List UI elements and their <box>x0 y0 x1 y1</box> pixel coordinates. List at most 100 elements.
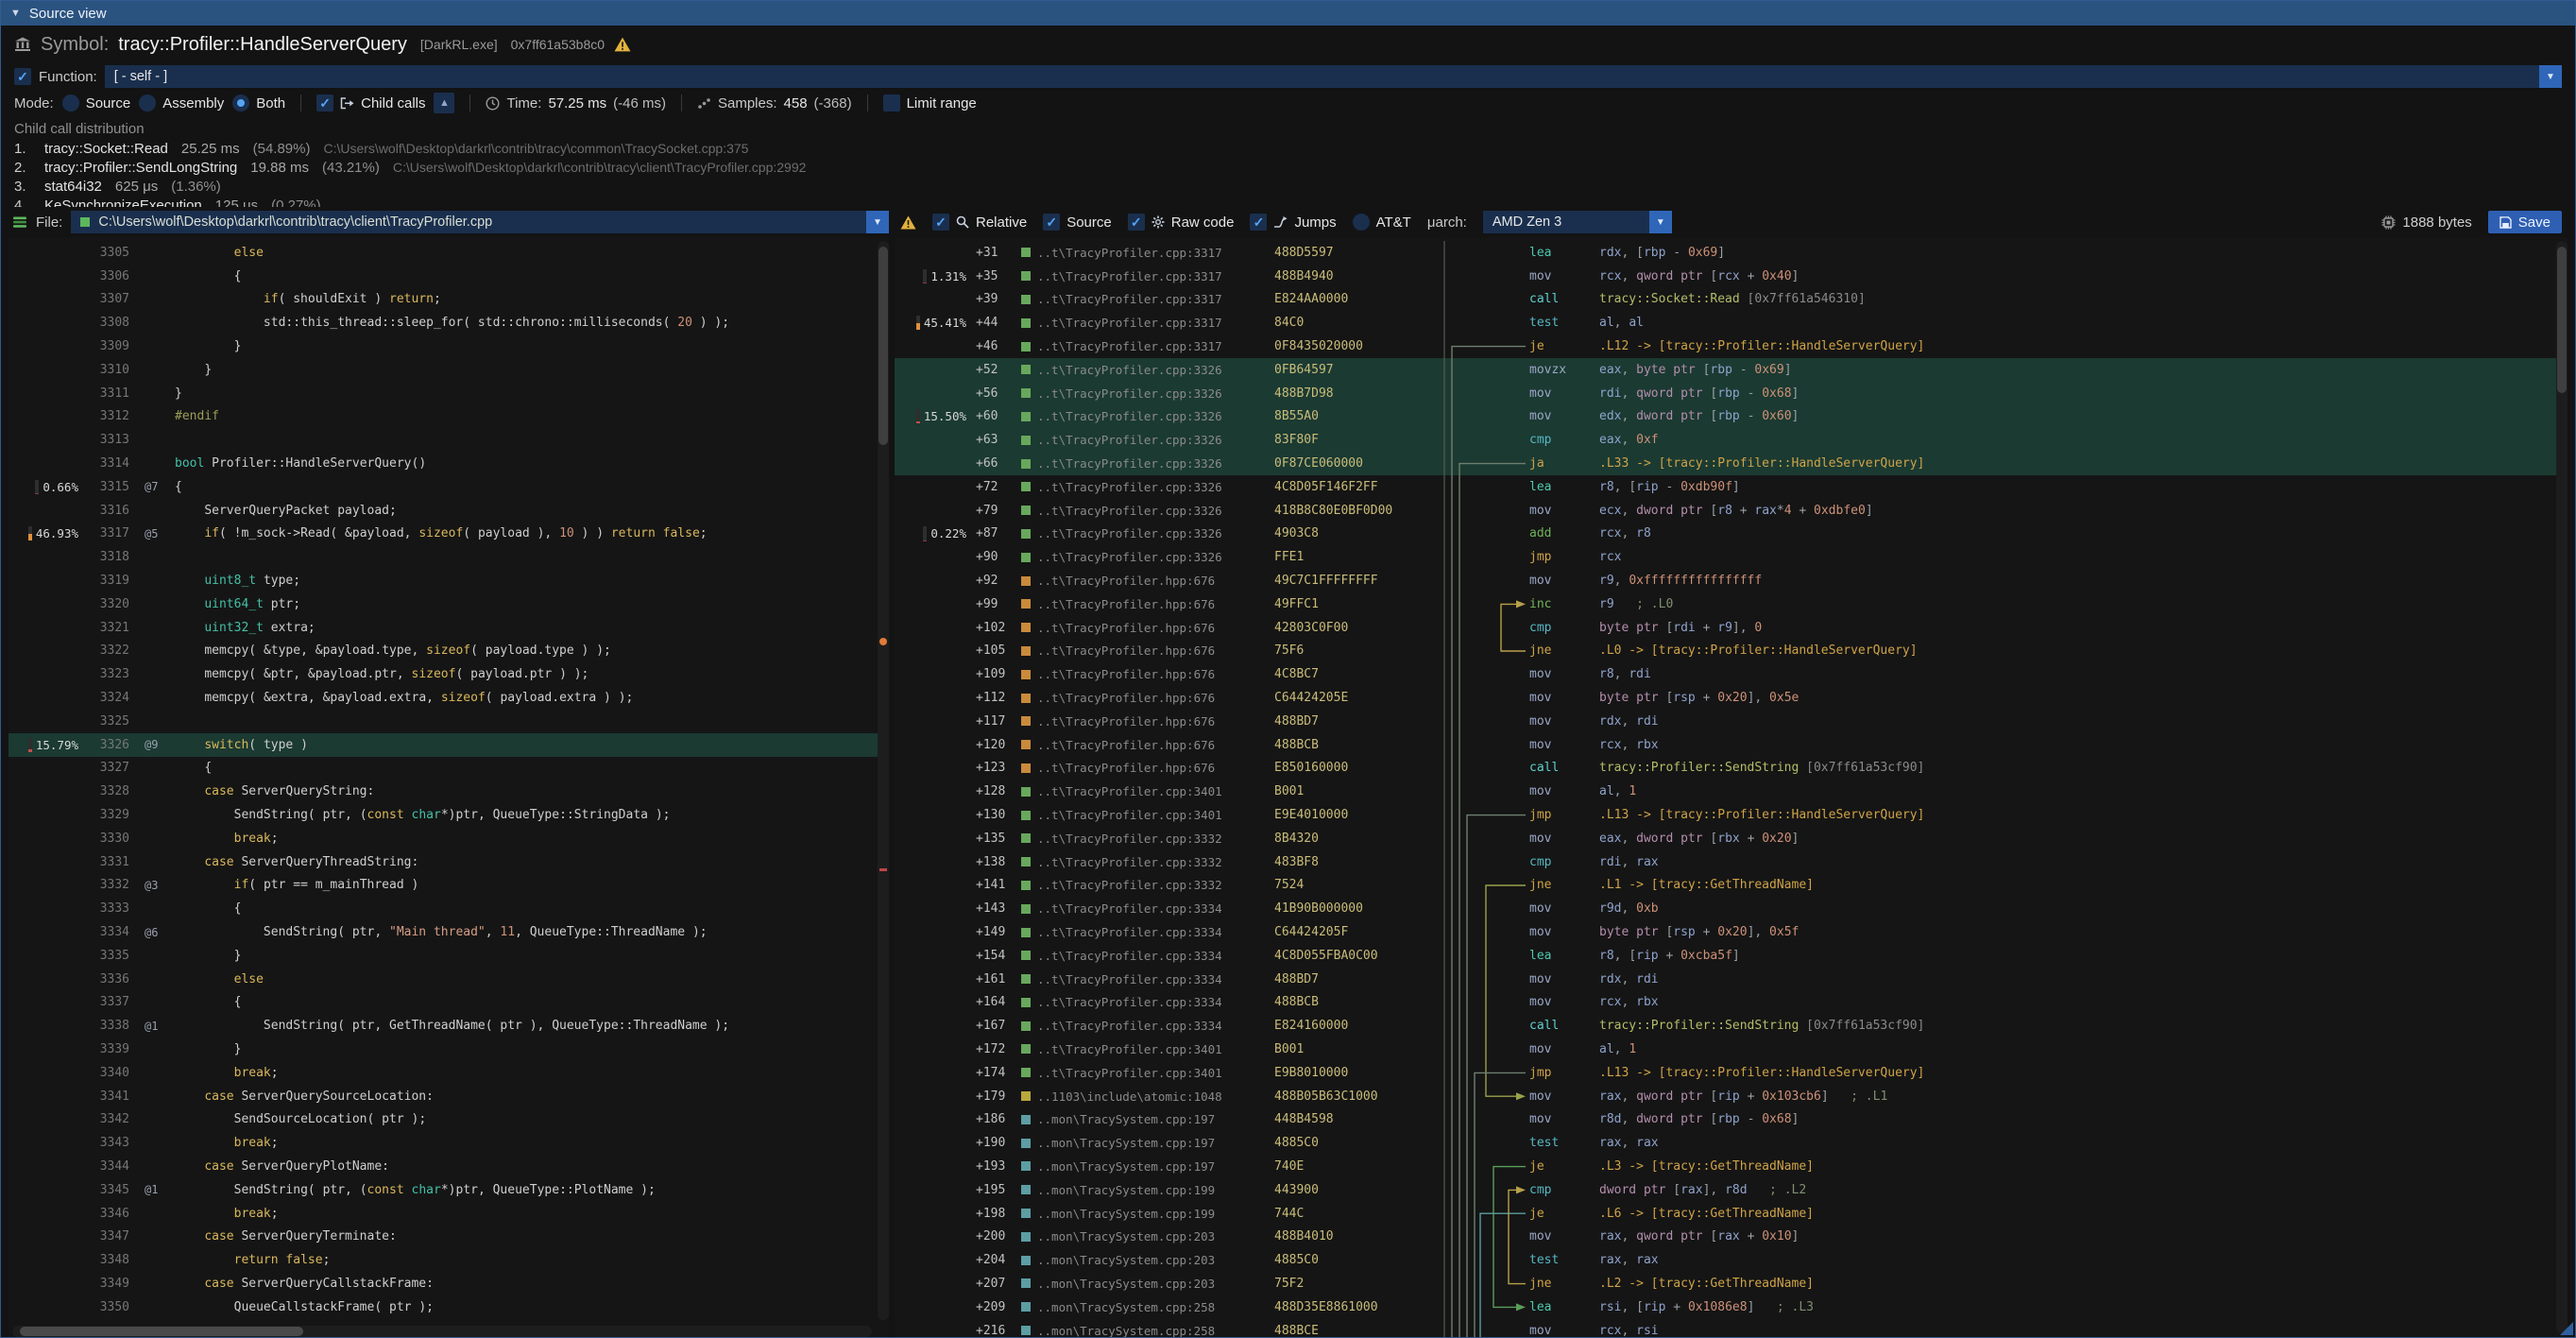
source-line[interactable]: 3311} <box>9 382 889 405</box>
child-calls-toggle[interactable]: Child calls <box>316 94 425 112</box>
source-toggle[interactable]: Source <box>1043 214 1112 231</box>
child-call-item[interactable]: 3. stat64i32 625 μs (1.36%) <box>14 177 2562 196</box>
source-checkbox[interactable] <box>1043 214 1060 231</box>
save-button[interactable]: Save <box>2488 211 2562 233</box>
asm-row[interactable]: 45.41%+44..t\TracyProfiler.cpp:331784C0t… <box>895 311 2567 334</box>
source-line[interactable]: 3338@1 SendString( ptr, GetThreadName( p… <box>9 1014 889 1038</box>
asm-row[interactable]: +198..mon\TracySystem.cpp:199744Cje.L6 -… <box>895 1202 2567 1226</box>
uarch-combo[interactable]: AMD Zen 3 ▼ <box>1483 211 1672 233</box>
raw-code-toggle[interactable]: Raw code <box>1128 214 1235 231</box>
asm-row[interactable]: +56..t\TracyProfiler.cpp:3326488B7D98mov… <box>895 382 2567 405</box>
asm-row[interactable]: +207..mon\TracySystem.cpp:20375F2jne.L2 … <box>895 1272 2567 1295</box>
source-line[interactable]: 3350 QueueCallstackFrame( ptr ); <box>9 1295 889 1319</box>
asm-row[interactable]: +135..t\TracyProfiler.cpp:33328B4320move… <box>895 827 2567 850</box>
source-line[interactable]: 3330 break; <box>9 827 889 850</box>
source-line[interactable]: 3316 ServerQueryPacket payload; <box>9 499 889 523</box>
asm-row[interactable]: +154..t\TracyProfiler.cpp:33344C8D055FBA… <box>895 944 2567 968</box>
source-line[interactable]: 3313 <box>9 428 889 452</box>
child-call-item[interactable]: 1. tracy::Socket::Read 25.25 ms (54.89%)… <box>14 139 2562 158</box>
asm-row[interactable]: +172..t\TracyProfiler.cpp:3401B001moval,… <box>895 1038 2567 1061</box>
source-line[interactable]: 3321 uint32_t extra; <box>9 616 889 640</box>
limit-range-toggle[interactable]: Limit range <box>883 94 977 112</box>
asm-row[interactable]: +204..mon\TracySystem.cpp:2034885C0testr… <box>895 1248 2567 1272</box>
source-line[interactable]: 3343 break; <box>9 1131 889 1155</box>
asm-row[interactable]: +167..t\TracyProfiler.cpp:3334E824160000… <box>895 1014 2567 1038</box>
source-line[interactable]: 3337 { <box>9 991 889 1015</box>
source-line[interactable]: 3322 memcpy( &type, &payload.type, sizeo… <box>9 640 889 663</box>
asm-row[interactable]: +79..t\TracyProfiler.cpp:3326418B8C80E0B… <box>895 499 2567 523</box>
asm-row[interactable]: +46..t\TracyProfiler.cpp:33170F843502000… <box>895 334 2567 358</box>
function-combo[interactable]: [ - self - ] ▼ <box>105 65 2562 88</box>
radio-both[interactable]: Both <box>232 94 285 112</box>
source-line[interactable]: 3339 } <box>9 1038 889 1061</box>
scrollbar-thumb[interactable] <box>20 1327 303 1336</box>
source-line[interactable]: 3319 uint8_t type; <box>9 569 889 592</box>
asm-row[interactable]: +209..mon\TracySystem.cpp:258488D35E8861… <box>895 1295 2567 1319</box>
source-line[interactable]: 3323 memcpy( &ptr, &payload.ptr, sizeof(… <box>9 662 889 686</box>
asm-row[interactable]: +179..1103\include\atomic:1048488B05B63C… <box>895 1085 2567 1108</box>
assembly-vertical-scrollbar[interactable] <box>2556 241 2567 1333</box>
asm-row[interactable]: +193..mon\TracySystem.cpp:197740Eje.L3 -… <box>895 1155 2567 1178</box>
radio-source-circle[interactable] <box>62 94 79 112</box>
source-line[interactable]: 3309 } <box>9 334 889 358</box>
jumps-toggle[interactable]: Jumps <box>1250 214 1336 231</box>
jumps-checkbox[interactable] <box>1250 214 1267 231</box>
source-line[interactable]: 3329 SendString( ptr, (const char*)ptr, … <box>9 803 889 827</box>
function-checkbox[interactable] <box>14 68 31 85</box>
chevron-down-icon[interactable]: ▼ <box>2539 65 2562 88</box>
chevron-down-icon[interactable]: ▼ <box>866 211 889 233</box>
child-call-item[interactable]: 4. KeSynchronizeExecution 125 μs (0.27%) <box>14 196 2562 207</box>
relative-checkbox[interactable] <box>932 214 949 231</box>
source-line[interactable]: 3331 case ServerQueryThreadString: <box>9 850 889 874</box>
asm-row[interactable]: +105..t\TracyProfiler.hpp:67675F6jne.L0 … <box>895 640 2567 663</box>
source-line[interactable]: 3318 <box>9 545 889 569</box>
source-line[interactable]: 3347 case ServerQueryTerminate: <box>9 1225 889 1248</box>
source-line[interactable]: 3307 if( shouldExit ) return; <box>9 288 889 312</box>
asm-row[interactable]: +190..mon\TracySystem.cpp:1974885C0testr… <box>895 1131 2567 1155</box>
parent-frame-button[interactable]: ▲ <box>434 93 454 113</box>
limit-range-checkbox[interactable] <box>883 94 900 112</box>
source-line[interactable]: 3333 { <box>9 897 889 920</box>
source-line[interactable]: 3314bool Profiler::HandleServerQuery() <box>9 452 889 475</box>
asm-row[interactable]: +31..t\TracyProfiler.cpp:3317488D5597lea… <box>895 241 2567 265</box>
asm-row[interactable]: +174..t\TracyProfiler.cpp:3401E9B8010000… <box>895 1061 2567 1085</box>
file-list-icon[interactable] <box>12 215 27 229</box>
child-calls-checkbox[interactable] <box>316 94 333 112</box>
radio-assembly-circle[interactable] <box>139 94 156 112</box>
asm-row[interactable]: +149..t\TracyProfiler.cpp:3334C64424205F… <box>895 920 2567 944</box>
chevron-down-icon[interactable]: ▼ <box>1649 211 1672 233</box>
source-line[interactable]: 3340 break; <box>9 1061 889 1085</box>
asm-row[interactable]: +90..t\TracyProfiler.cpp:3326FFE1jmprcx <box>895 545 2567 569</box>
asm-row[interactable]: +128..t\TracyProfiler.cpp:3401B001moval,… <box>895 780 2567 803</box>
source-line[interactable]: 3345@1 SendString( ptr, (const char*)ptr… <box>9 1178 889 1202</box>
source-line[interactable]: 3305 else <box>9 241 889 265</box>
asm-row[interactable]: +164..t\TracyProfiler.cpp:3334488BCBmovr… <box>895 991 2567 1015</box>
asm-row[interactable]: +216..mon\TracySystem.cpp:258488BCEmovrc… <box>895 1319 2567 1338</box>
source-line[interactable]: 3342 SendSourceLocation( ptr ); <box>9 1107 889 1131</box>
asm-row[interactable]: +161..t\TracyProfiler.cpp:3334488BD7movr… <box>895 968 2567 991</box>
asm-row[interactable]: +200..mon\TracySystem.cpp:203488B4010mov… <box>895 1225 2567 1248</box>
asm-row[interactable]: +39..t\TracyProfiler.cpp:3317E824AA0000c… <box>895 288 2567 312</box>
asm-row[interactable]: 0.22%+87..t\TracyProfiler.cpp:33264903C8… <box>895 523 2567 546</box>
source-line[interactable]: 3335 } <box>9 944 889 968</box>
source-line[interactable]: 3325 <box>9 710 889 733</box>
asm-row[interactable]: +66..t\TracyProfiler.cpp:33260F87CE06000… <box>895 452 2567 475</box>
asm-row[interactable]: 15.50%+60..t\TracyProfiler.cpp:33268B55A… <box>895 405 2567 429</box>
radio-assembly[interactable]: Assembly <box>139 94 224 112</box>
asm-row[interactable]: +141..t\TracyProfiler.cpp:33327524jne.L1… <box>895 874 2567 898</box>
source-line[interactable]: 0.66%3315@7{ <box>9 475 889 499</box>
asm-row[interactable]: +123..t\TracyProfiler.hpp:676E850160000c… <box>895 757 2567 780</box>
asm-row[interactable]: +117..t\TracyProfiler.hpp:676488BD7movrd… <box>895 710 2567 733</box>
asm-row[interactable]: +186..mon\TracySystem.cpp:197448B4598mov… <box>895 1107 2567 1131</box>
source-line[interactable]: 3327 { <box>9 757 889 780</box>
asm-row[interactable]: +195..mon\TracySystem.cpp:199443900cmpdw… <box>895 1178 2567 1202</box>
att-toggle[interactable]: AT&T <box>1353 214 1411 231</box>
source-line[interactable]: 3336 else <box>9 968 889 991</box>
asm-row[interactable]: +72..t\TracyProfiler.cpp:33264C8D05F146F… <box>895 475 2567 499</box>
source-line[interactable]: 15.79%3326@9 switch( type ) <box>9 733 889 757</box>
asm-row[interactable]: +52..t\TracyProfiler.cpp:33260FB64597mov… <box>895 358 2567 382</box>
source-line[interactable]: 3324 memcpy( &extra, &payload.extra, siz… <box>9 686 889 710</box>
source-line[interactable]: 3328 case ServerQueryString: <box>9 780 889 803</box>
relative-toggle[interactable]: Relative <box>932 214 1027 231</box>
asm-row[interactable]: +120..t\TracyProfiler.hpp:676488BCBmovrc… <box>895 733 2567 757</box>
